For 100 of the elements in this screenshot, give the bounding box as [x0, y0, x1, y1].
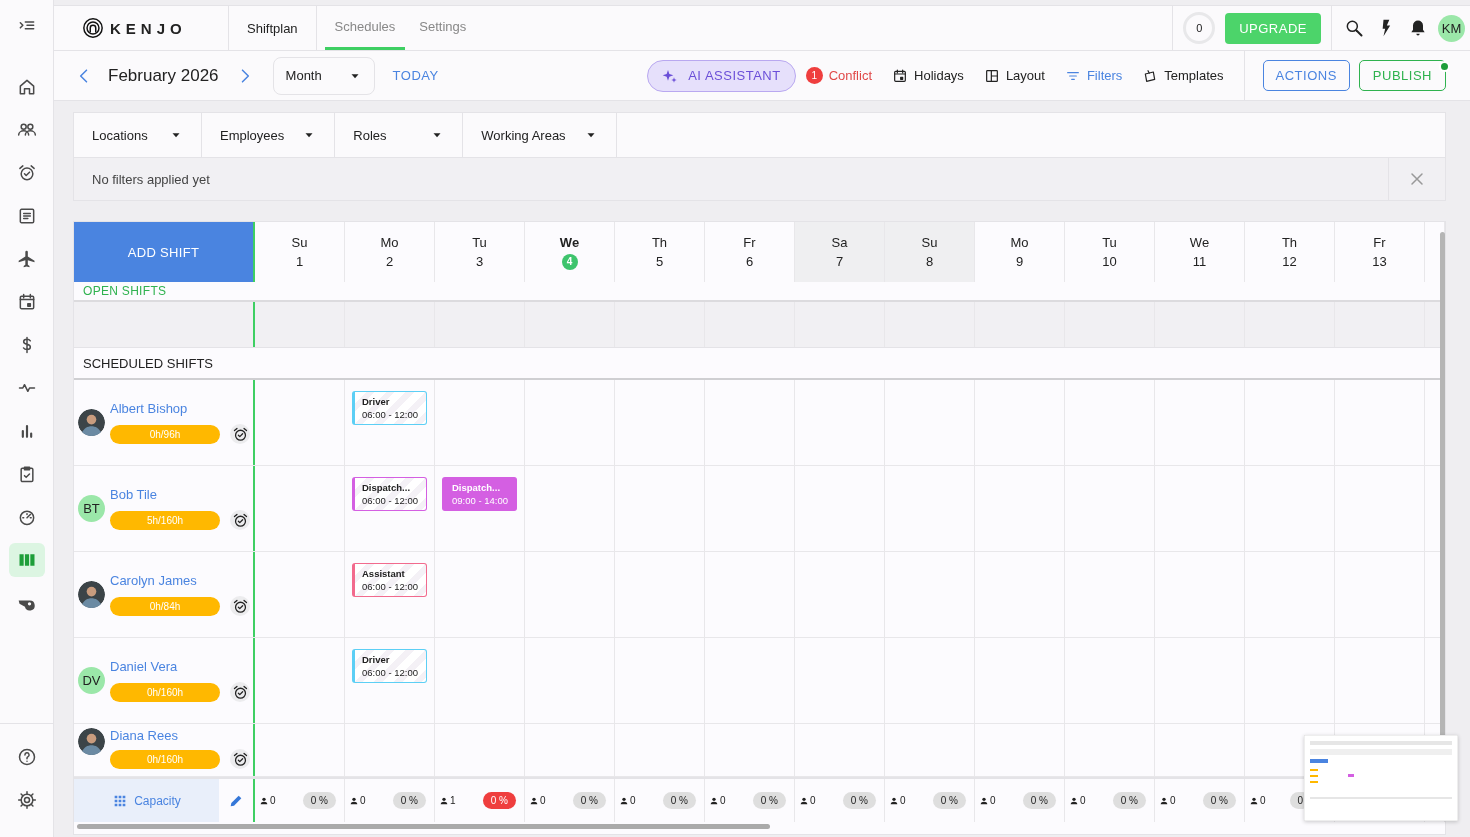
person-icon	[439, 795, 449, 806]
shift-card[interactable]: Driver 06:00 - 12:00	[352, 649, 427, 683]
staff-number: 0	[1080, 795, 1086, 806]
weekday: Mo	[380, 234, 399, 250]
staff-number: 0	[630, 795, 636, 806]
capacity-percent: 0 %	[1022, 792, 1056, 809]
avatar	[78, 728, 105, 755]
capacity-percent: 0 %	[302, 792, 336, 809]
layout-button[interactable]: Layout	[983, 67, 1045, 84]
employee-name[interactable]: Diana Rees	[110, 728, 250, 743]
weekday: Su	[291, 234, 308, 250]
view-select[interactable]: Month	[272, 56, 375, 95]
filter-dropdown[interactable]: Working Areas	[463, 113, 617, 157]
day-number: 7	[834, 253, 845, 270]
calendar-icon	[892, 67, 908, 84]
hours-badge: 0h/160h	[110, 749, 220, 769]
person-icon	[1249, 795, 1259, 806]
weekday: Th	[1281, 234, 1298, 250]
person-icon	[799, 795, 809, 806]
actions-button[interactable]: ACTIONS	[1262, 60, 1350, 91]
capacity-percent: 0 %	[1202, 792, 1236, 809]
vertical-scrollbar[interactable]	[1440, 232, 1445, 737]
day-number: 3	[474, 253, 485, 270]
day-number: 10	[1101, 253, 1118, 270]
shift-time: 06:00 - 12:00	[362, 495, 419, 506]
alarm-button[interactable]	[230, 749, 250, 769]
hours-badge: 0h/160h	[110, 682, 220, 702]
employee-name[interactable]: Carolyn James	[110, 573, 250, 588]
staff-number: 0	[720, 795, 726, 806]
add-shift-button[interactable]: ADD SHIFT	[74, 222, 255, 282]
weekday: Tu	[472, 234, 487, 250]
weekday: Mo	[1010, 234, 1029, 250]
tab[interactable]: Settings	[409, 6, 477, 50]
shift-card[interactable]: Driver 06:00 - 12:00	[352, 391, 427, 425]
weekday: Su	[921, 234, 938, 250]
staff-number: 0	[990, 795, 996, 806]
shift-card[interactable]: Assistant 06:00 - 12:00	[352, 563, 427, 597]
shift-role: Dispatch...	[452, 482, 502, 493]
person-icon	[259, 795, 269, 806]
staff-number: 0	[540, 795, 546, 806]
shift-time: 06:00 - 12:00	[362, 409, 419, 420]
filter-dropdown[interactable]: Locations	[74, 113, 202, 157]
person-icon	[619, 795, 629, 806]
conflict-button[interactable]: 1 Conflict	[805, 67, 872, 84]
avatar: DV	[78, 667, 105, 694]
day-number: 5	[654, 253, 665, 270]
ai-assistant-button[interactable]: AI ASSISTANT	[647, 59, 796, 92]
employee-name[interactable]: Daniel Vera	[110, 659, 250, 674]
capacity-percent: 0 %	[392, 792, 426, 809]
day-number: 12	[1281, 253, 1298, 270]
avatar	[78, 581, 105, 608]
weekday: Sa	[831, 234, 848, 250]
edit-button[interactable]	[219, 779, 253, 822]
filters-button[interactable]: Filters	[1064, 67, 1123, 84]
staff-number: 0	[360, 795, 366, 806]
conflict-count: 1	[805, 67, 823, 84]
hours-badge: 0h/84h	[110, 596, 220, 616]
filter-dropdown[interactable]: Employees	[202, 113, 336, 157]
today-button[interactable]: TODAY	[392, 68, 439, 83]
user-avatar[interactable]: KM	[1438, 14, 1465, 42]
weekday: We	[559, 234, 580, 250]
shift-card[interactable]: Dispatch... 06:00 - 12:00	[352, 477, 427, 511]
weekday: Tu	[1102, 234, 1117, 250]
section-label: SCHEDULED SHIFTS	[83, 355, 214, 371]
employee-name[interactable]: Albert Bishop	[110, 401, 250, 416]
day-number: 4	[561, 253, 578, 270]
holidays-button[interactable]: Holidays	[892, 67, 964, 84]
employee-name[interactable]: Bob Tile	[110, 487, 250, 502]
shift-time: 06:00 - 12:00	[362, 581, 419, 592]
brand-name: KENJO	[110, 19, 187, 37]
help-icon	[16, 747, 37, 767]
conflict-label: Conflict	[828, 68, 872, 83]
shift-role: Assistant	[362, 568, 406, 579]
shift-role: Driver	[362, 396, 391, 407]
logo-icon	[82, 17, 104, 39]
shift-time: 09:00 - 14:00	[452, 495, 509, 506]
person-icon	[1159, 795, 1169, 806]
templates-button[interactable]: Templates	[1142, 67, 1224, 84]
person-icon	[979, 795, 989, 806]
staff-number: 0	[1260, 795, 1266, 806]
hours-badge: 0h/96h	[110, 424, 220, 444]
horizontal-scrollbar[interactable]	[77, 824, 770, 829]
shift-card[interactable]: Dispatch... 09:00 - 14:00	[442, 477, 517, 511]
day-number: 13	[1371, 253, 1388, 270]
alarm-button[interactable]	[230, 424, 250, 444]
alarm-icon	[231, 683, 249, 701]
filter-dropdown[interactable]: Roles	[335, 113, 464, 157]
person-icon	[1069, 795, 1079, 806]
capacity-percent: 0 %	[482, 792, 516, 809]
alarm-button[interactable]	[230, 596, 250, 616]
alarm-icon	[231, 425, 249, 443]
empty-filters-message: No filters applied yet	[91, 171, 211, 187]
staff-number: 0	[900, 795, 906, 806]
section-label: OPEN SHIFTS	[83, 284, 167, 298]
shift-role: Dispatch...	[362, 482, 412, 493]
day-number: 9	[1014, 253, 1025, 270]
person-icon	[529, 795, 539, 806]
alarm-button[interactable]	[230, 682, 250, 702]
alarm-button[interactable]	[230, 510, 250, 530]
page-thumbnail-drawing[interactable]	[1304, 735, 1458, 821]
